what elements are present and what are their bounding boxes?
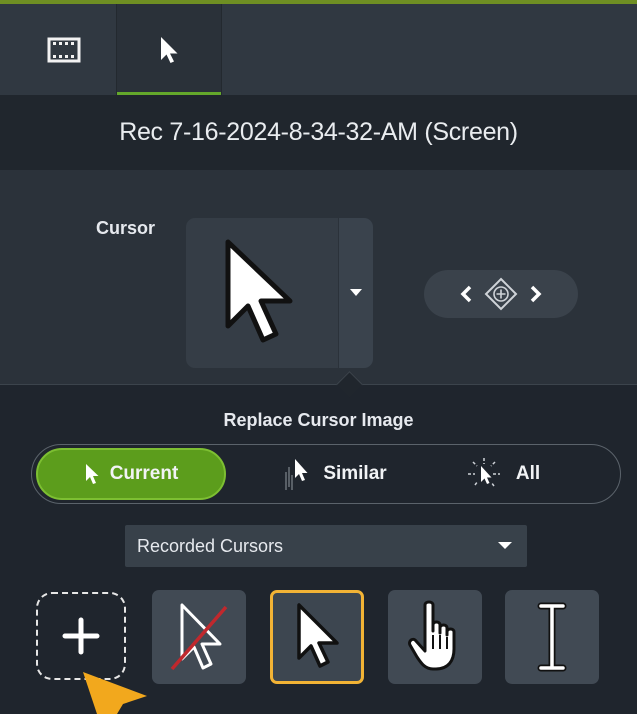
cursor-tile-no-cursor[interactable] — [152, 590, 246, 684]
chevron-right-icon[interactable] — [527, 284, 543, 304]
no-cursor-icon — [170, 603, 228, 671]
cursor-tile-hand[interactable] — [388, 590, 482, 684]
replace-current-label: Current — [109, 463, 179, 484]
add-icon — [62, 617, 100, 655]
media-title: Rec 7-16-2024-8-34-32-AM (Screen) — [119, 118, 518, 146]
chevron-down-icon — [350, 289, 362, 296]
cursor-label: Cursor — [96, 218, 156, 238]
replace-cursor-title: Replace Cursor Image — [223, 410, 414, 430]
cursor-arrow-icon — [85, 464, 99, 484]
arrow-cursor-icon — [225, 239, 293, 343]
add-cursor-button[interactable] — [36, 592, 126, 680]
replace-current-option[interactable]: Current — [36, 448, 226, 500]
similar-cursor-icon — [285, 459, 308, 490]
popup-border — [0, 384, 637, 385]
cursor-arrow-icon — [161, 36, 178, 63]
replace-similar-option[interactable]: Similar — [254, 448, 414, 500]
replace-all-label: All — [515, 463, 541, 484]
hint-arrow-icon — [83, 672, 147, 714]
all-cursor-icon — [467, 458, 500, 487]
properties-tab-bar — [0, 4, 637, 95]
add-keyframe-icon[interactable] — [483, 276, 519, 312]
tab-cursor-properties[interactable] — [116, 4, 222, 95]
cursor-dropdown-toggle[interactable] — [339, 218, 373, 368]
film-strip-icon — [47, 37, 81, 62]
replace-all-option[interactable]: All — [442, 448, 562, 500]
cursor-image-button[interactable] — [186, 218, 338, 368]
chevron-down-icon — [498, 542, 512, 549]
cursor-tile-arrow[interactable] — [270, 590, 364, 684]
ibeam-cursor-icon — [537, 602, 567, 672]
cursor-library-value: Recorded Cursors — [137, 536, 284, 556]
replace-similar-label: Similar — [323, 463, 387, 484]
replace-scope-selector: Current Similar All — [31, 444, 621, 504]
chevron-left-icon[interactable] — [459, 284, 475, 304]
cursor-tile-ibeam[interactable] — [505, 590, 599, 684]
tab-visual-properties[interactable] — [12, 4, 116, 95]
cursor-library-dropdown[interactable]: Recorded Cursors — [125, 525, 527, 567]
arrow-cursor-icon — [297, 603, 339, 668]
media-title-bar: Rec 7-16-2024-8-34-32-AM (Screen) — [0, 95, 637, 170]
hand-cursor-icon — [408, 600, 456, 671]
keyframe-navigation — [424, 270, 578, 318]
